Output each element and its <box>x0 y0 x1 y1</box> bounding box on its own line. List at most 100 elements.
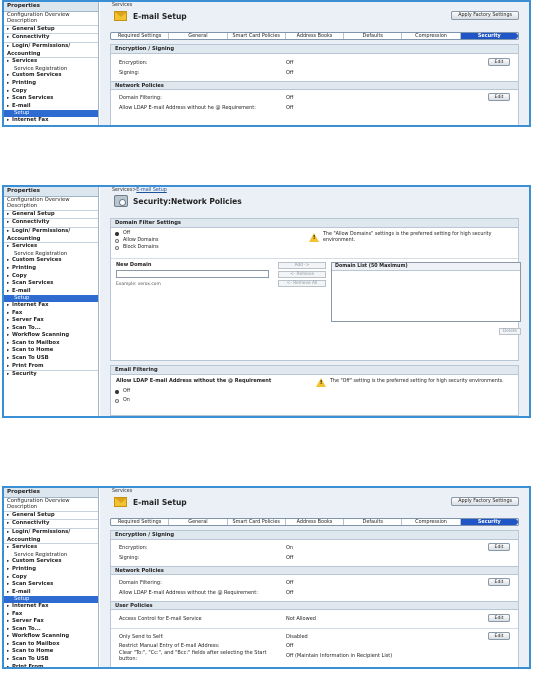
sidebar-item-service-registration[interactable]: Service Registration <box>4 66 98 73</box>
sidebar-item-description[interactable]: Description <box>4 203 98 210</box>
tab-general[interactable]: General <box>169 33 228 39</box>
sidebar-item-accounting[interactable]: Accounting <box>4 537 98 544</box>
breadcrumb-email-setup-link[interactable]: E-mail Setup <box>136 188 167 193</box>
tab-defaults[interactable]: Defaults <box>344 33 403 39</box>
sidebar-item-scan-to-usb[interactable]: ▸ Scan To USB <box>4 656 98 664</box>
sidebar-item-scan-to-mailbox[interactable]: ▸ Scan to Mailbox <box>4 641 98 649</box>
sidebar-item-e-mail[interactable]: ▸ E-mail <box>4 103 98 111</box>
sidebar-item-print-from[interactable]: ▸Print From <box>4 363 98 371</box>
sidebar-item-server-fax[interactable]: ▸ Server Fax <box>4 317 98 325</box>
remove-domain-button[interactable]: <- Remove <box>278 271 326 278</box>
sidebar-item-custom-services[interactable]: ▸ Custom Services <box>4 558 98 566</box>
sidebar-item-connectivity[interactable]: ▸ Connectivity <box>4 519 98 528</box>
sidebar-item-print-from[interactable]: ▸Print From <box>4 664 98 667</box>
sidebar-item-setup[interactable]: Setup <box>4 110 98 117</box>
sidebar-item-internet-fax[interactable]: ▸ Internet Fax <box>4 117 98 125</box>
sidebar-item-configuration-overview[interactable]: Configuration Overview <box>4 498 98 505</box>
sidebar-item-service-registration[interactable]: Service Registration <box>4 251 98 258</box>
sidebar-item-label: General Setup <box>12 511 55 518</box>
sidebar-item-login-permissions[interactable]: ▸ Login/ Permissions/ <box>4 527 98 537</box>
sidebar-item-configuration-overview[interactable]: Configuration Overview <box>4 12 98 19</box>
sidebar-item-general-setup[interactable]: ▸ General Setup <box>4 24 98 34</box>
sidebar-item-printing[interactable]: ▸ Printing <box>4 265 98 273</box>
sidebar-item-fax[interactable]: ▸ Fax <box>4 611 98 619</box>
sidebar-item-setup[interactable]: Setup <box>4 295 98 302</box>
delete-domain-button[interactable]: Delete <box>499 328 521 335</box>
sidebar-item-scan-to-mailbox[interactable]: ▸ Scan to Mailbox <box>4 340 98 348</box>
sidebar-item-internet-fax[interactable]: ▸ Internet Fax <box>4 603 98 611</box>
sidebar-item-scan-to[interactable]: ▸ Scan To... <box>4 626 98 634</box>
sidebar-item-description[interactable]: Description <box>4 18 98 25</box>
radio-ldap-on[interactable]: On <box>111 397 211 404</box>
new-domain-input[interactable] <box>116 270 269 278</box>
sidebar-item-custom-services[interactable]: ▸ Custom Services <box>4 72 98 80</box>
section-encryption-signing: Encryption / Signing <box>111 531 518 540</box>
radio-block-domains[interactable]: Block Domains <box>111 244 518 251</box>
sidebar-item-accounting[interactable]: Accounting <box>4 51 98 58</box>
sidebar-item-general-setup[interactable]: ▸ General Setup <box>4 510 98 520</box>
sidebar-item-services[interactable]: ▸ Services <box>4 57 98 66</box>
radio-ldap-off[interactable]: Off <box>111 388 211 395</box>
sidebar-item-e-mail[interactable]: ▸ E-mail <box>4 589 98 597</box>
sidebar-item-label: Security <box>12 371 37 378</box>
sidebar-item-custom-services[interactable]: ▸ Custom Services <box>4 257 98 265</box>
sidebar-item-copy[interactable]: ▸ Copy <box>4 88 98 96</box>
sidebar-item-scan-services[interactable]: ▸ Scan Services <box>4 581 98 589</box>
tab-compression[interactable]: Compression <box>402 519 461 525</box>
remove-all-domains-button[interactable]: <- Remove All <box>278 280 326 287</box>
tab-compression[interactable]: Compression <box>402 33 461 39</box>
sidebar-item-workflow-scanning[interactable]: ▸ Workflow Scanning <box>4 633 98 641</box>
tab-general[interactable]: General <box>169 519 228 525</box>
sidebar-item-workflow-scanning[interactable]: ▸ Workflow Scanning <box>4 332 98 340</box>
sidebar-item-label: General Setup <box>12 25 55 32</box>
sidebar-item-service-registration[interactable]: Service Registration <box>4 552 98 559</box>
tab-required-settings[interactable]: Required Settings <box>111 519 170 525</box>
sidebar-item-security[interactable]: ▸ Security <box>4 370 98 379</box>
sidebar-item-login-permissions[interactable]: ▸ Login/ Permissions/ <box>4 226 98 236</box>
edit-encryption-button[interactable]: Edit <box>488 543 510 551</box>
tab-security[interactable]: Security <box>460 33 518 39</box>
edit-encryption-button[interactable]: Edit <box>488 58 510 66</box>
sidebar-item-server-fax[interactable]: ▸ Server Fax <box>4 618 98 626</box>
sidebar-item-copy[interactable]: ▸ Copy <box>4 273 98 281</box>
sidebar-item-general-setup[interactable]: ▸ General Setup <box>4 209 98 219</box>
tab-smart-card-policies[interactable]: Smart Card Policies <box>228 519 286 525</box>
sidebar-item-configuration-overview[interactable]: Configuration Overview <box>4 197 98 204</box>
breadcrumb-root: Services <box>112 188 133 193</box>
sidebar-item-printing[interactable]: ▸ Printing <box>4 566 98 574</box>
sidebar-item-login-permissions[interactable]: ▸ Login/ Permissions/ <box>4 41 98 51</box>
tab-defaults[interactable]: Defaults <box>344 519 403 525</box>
tab-smart-card-policies[interactable]: Smart Card Policies <box>228 33 286 39</box>
sidebar-item-scan-services[interactable]: ▸ Scan Services <box>4 280 98 288</box>
sidebar-item-connectivity[interactable]: ▸ Connectivity <box>4 33 98 42</box>
ldap-label: Allow LDAP E-mail Address without the @ … <box>119 590 258 596</box>
sidebar-item-scan-to-home[interactable]: ▸ Scan to Home <box>4 648 98 656</box>
tab-address-books[interactable]: Address Books <box>286 33 345 39</box>
apply-factory-settings-button[interactable]: Apply Factory Settings <box>451 11 519 20</box>
domain-list[interactable]: Domain List (50 Maximum) <box>331 262 521 322</box>
sidebar-item-fax[interactable]: ▸ Fax <box>4 310 98 318</box>
sidebar-item-scan-to[interactable]: ▸ Scan To... <box>4 325 98 333</box>
sidebar-item-copy[interactable]: ▸ Copy <box>4 574 98 582</box>
tab-address-books[interactable]: Address Books <box>286 519 345 525</box>
edit-network-policies-button[interactable]: Edit <box>488 578 510 586</box>
sidebar-item-accounting[interactable]: Accounting <box>4 236 98 243</box>
edit-user-policies-button[interactable]: Edit <box>488 632 510 640</box>
sidebar-item-e-mail[interactable]: ▸ E-mail <box>4 288 98 296</box>
sidebar-item-services[interactable]: ▸ Services <box>4 242 98 251</box>
sidebar-item-connectivity[interactable]: ▸ Connectivity <box>4 218 98 227</box>
tab-security[interactable]: Security <box>460 519 518 525</box>
sidebar-item-scan-to-usb[interactable]: ▸ Scan To USB <box>4 355 98 363</box>
sidebar-item-printing[interactable]: ▸ Printing <box>4 80 98 88</box>
edit-network-policies-button[interactable]: Edit <box>488 93 510 101</box>
sidebar-item-description[interactable]: Description <box>4 504 98 511</box>
sidebar-item-setup[interactable]: Setup <box>4 596 98 603</box>
edit-access-control-button[interactable]: Edit <box>488 614 510 622</box>
sidebar-item-scan-services[interactable]: ▸ Scan Services <box>4 95 98 103</box>
sidebar-item-scan-to-home[interactable]: ▸ Scan to Home <box>4 347 98 355</box>
apply-factory-settings-button[interactable]: Apply Factory Settings <box>451 497 519 506</box>
tab-required-settings[interactable]: Required Settings <box>111 33 170 39</box>
sidebar-item-services[interactable]: ▸ Services <box>4 543 98 552</box>
add-domain-button[interactable]: Add -> <box>278 262 326 269</box>
sidebar-item-internet-fax[interactable]: ▸ Internet Fax <box>4 302 98 310</box>
